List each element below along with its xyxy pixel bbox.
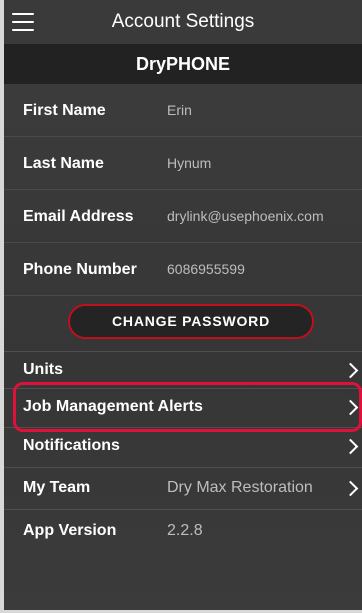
first-name-value: Erin xyxy=(167,102,192,118)
job-management-alerts-label: Job Management Alerts xyxy=(23,398,203,415)
my-team-value: Dry Max Restoration xyxy=(167,479,313,496)
chevron-right-icon xyxy=(342,362,359,378)
phone-row: Phone Number 6086955599 xyxy=(4,243,362,296)
email-value: drylink@usephoenix.com xyxy=(167,208,324,224)
change-password-section: CHANGE PASSWORD xyxy=(4,296,362,348)
last-name-row: Last Name Hynum xyxy=(4,137,362,190)
first-name-row: First Name Erin xyxy=(4,84,362,137)
chevron-right-icon xyxy=(342,399,359,415)
email-label: Email Address xyxy=(23,208,134,225)
my-team-label: My Team xyxy=(23,479,91,496)
change-password-button[interactable]: CHANGE PASSWORD xyxy=(68,304,314,339)
chevron-right-icon xyxy=(342,480,359,496)
app-version-label: App Version xyxy=(23,522,117,539)
email-row: Email Address drylink@usephoenix.com xyxy=(4,190,362,243)
app-version-value: 2.2.8 xyxy=(167,522,203,539)
last-name-label: Last Name xyxy=(23,155,104,172)
top-bar: Account Settings xyxy=(4,0,362,44)
app-name-bar: DryPHONE xyxy=(4,44,362,84)
notifications-label: Notifications xyxy=(23,437,120,454)
phone-label: Phone Number xyxy=(23,261,137,278)
page-title: Account Settings xyxy=(111,11,255,32)
nav-item-notifications[interactable]: Notifications xyxy=(4,427,362,463)
nav-item-units[interactable]: Units xyxy=(4,351,362,387)
nav-item-job-management-alerts[interactable]: Job Management Alerts xyxy=(4,388,362,424)
units-label: Units xyxy=(23,361,63,378)
phone-value: 6086955599 xyxy=(167,261,245,277)
first-name-label: First Name xyxy=(23,102,106,119)
app-version-row: App Version 2.2.8 xyxy=(4,509,362,551)
chevron-right-icon xyxy=(342,438,359,454)
nav-item-my-team[interactable]: My Team Dry Max Restoration xyxy=(4,467,362,507)
last-name-value: Hynum xyxy=(167,155,212,171)
